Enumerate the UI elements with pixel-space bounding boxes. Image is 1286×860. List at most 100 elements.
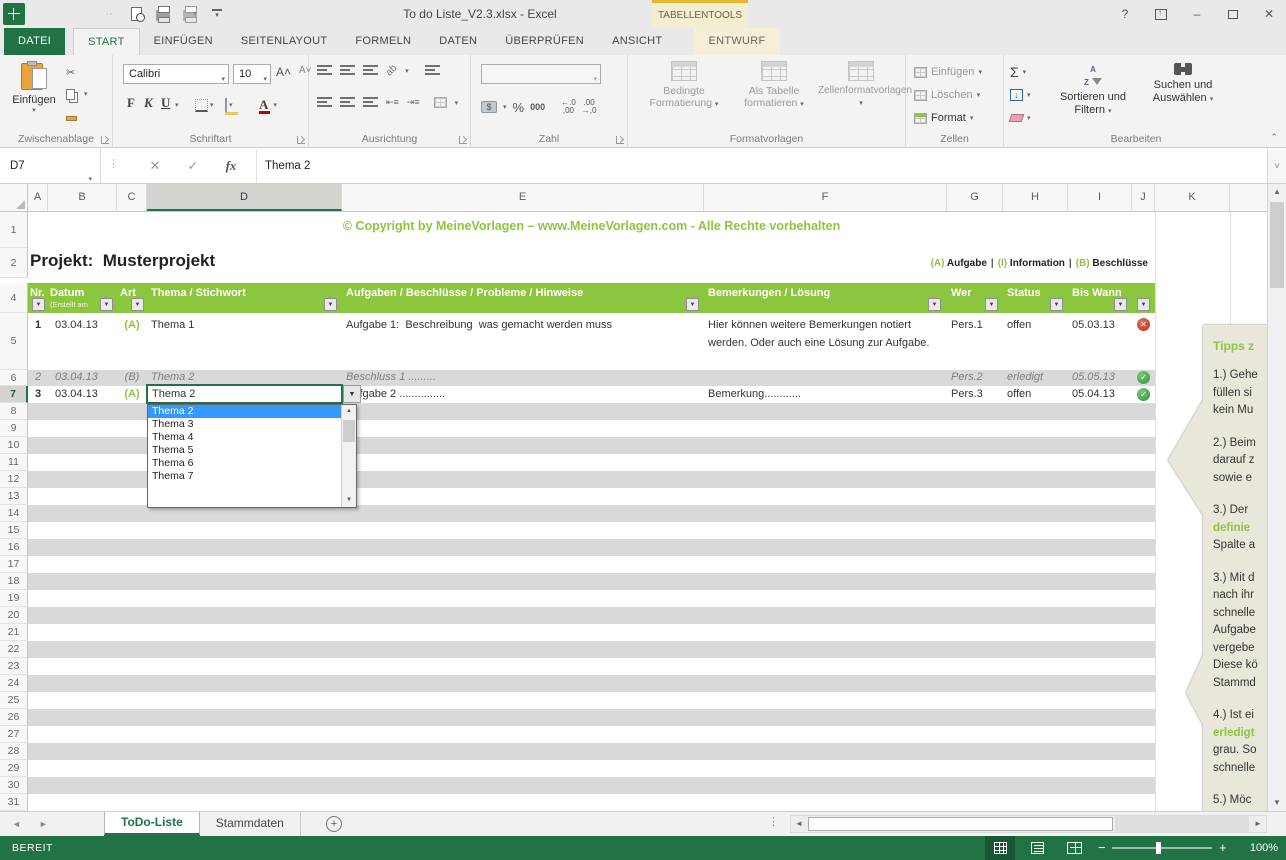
cancel-icon[interactable]: ✕	[140, 149, 170, 183]
copy-button[interactable]: ▾	[66, 85, 106, 103]
new-sheet-icon[interactable]: +	[326, 816, 342, 832]
row-header-9[interactable]: 9	[0, 420, 28, 437]
row-header-2[interactable]: 2	[0, 248, 28, 278]
vertical-scrollbar[interactable]: ▲ ▼	[1267, 184, 1286, 811]
decrease-decimal-icon[interactable]: .00→,0	[582, 99, 597, 115]
row-header-5[interactable]: 5	[0, 313, 28, 370]
wrap-text-icon[interactable]	[425, 65, 440, 76]
ribbon-tab-überprüfen[interactable]: ÜBERPRÜFEN	[491, 28, 598, 55]
in-cell-dropdown-icon[interactable]: ▼	[343, 385, 361, 403]
scrollbar-thumb[interactable]	[1270, 202, 1284, 288]
accounting-format-icon[interactable]: $	[481, 101, 497, 113]
row-header-1[interactable]: 1	[0, 212, 28, 248]
row-header-6[interactable]: 6	[0, 370, 28, 386]
dropdown-item[interactable]: Thema 4	[148, 431, 342, 444]
ribbon-tab-daten[interactable]: DATEN	[425, 28, 491, 55]
scroll-right-icon[interactable]: ►	[1250, 816, 1266, 832]
increase-decimal-icon[interactable]: ←.0,00	[561, 99, 576, 115]
filter-dropdown-icon[interactable]: ▼	[1050, 298, 1063, 311]
dropdown-item[interactable]: Thema 6	[148, 457, 342, 470]
excel-app-icon[interactable]	[3, 3, 25, 25]
number-dialog-launcher-icon[interactable]	[616, 136, 624, 144]
filter-dropdown-icon[interactable]: ▼	[324, 298, 337, 311]
ribbon-tab-seitenlayout[interactable]: SEITENLAYOUT	[227, 28, 342, 55]
clipboard-dialog-launcher-icon[interactable]	[101, 136, 109, 144]
paste-button[interactable]: Einfügen ▾	[8, 61, 60, 131]
row-header-4[interactable]: 4	[0, 283, 28, 313]
scroll-down-icon[interactable]: ▼	[1268, 795, 1286, 811]
filter-dropdown-icon[interactable]: ▼	[131, 298, 144, 311]
dropdown-scrollbar[interactable]: ▲ ▼	[341, 405, 356, 507]
page-break-view-icon[interactable]	[1059, 836, 1089, 860]
row-header-8[interactable]: 8	[0, 403, 28, 420]
row-header-12[interactable]: 12	[0, 471, 28, 488]
align-top-icon[interactable]	[317, 65, 332, 76]
percent-style-icon[interactable]: %	[513, 100, 525, 115]
zoom-level[interactable]: 100%	[1238, 836, 1278, 860]
expand-formula-bar-icon[interactable]: ˅	[1267, 149, 1286, 183]
scroll-down-icon[interactable]: ▼	[342, 494, 356, 507]
enter-icon[interactable]: ✓	[178, 149, 208, 183]
increase-indent-icon[interactable]: ⇥≡	[407, 97, 420, 108]
insert-function-icon[interactable]: fx	[216, 149, 246, 183]
close-icon[interactable]: ✕	[1258, 4, 1280, 24]
print-preview-icon[interactable]	[127, 5, 145, 23]
table-row[interactable]: 1 03.04.13 (A) Thema 1 Aufgabe 1: Beschr…	[0, 313, 1267, 370]
filter-dropdown-icon[interactable]: ▼	[1137, 298, 1150, 311]
zoom-slider[interactable]	[1112, 847, 1212, 849]
format-cells-button[interactable]: Format▾	[914, 109, 973, 127]
font-size-combo[interactable]: 10▾	[233, 64, 271, 84]
number-format-combo[interactable]: ▾	[481, 64, 601, 84]
zoom-out-icon[interactable]: −	[1098, 836, 1106, 860]
format-as-table-button[interactable]: Als Tabelle formatieren ▾	[732, 61, 816, 111]
dropdown-item[interactable]: Thema 7	[148, 470, 342, 483]
row-header-30[interactable]: 30	[0, 777, 28, 794]
page-layout-view-icon[interactable]	[1022, 836, 1052, 860]
horizontal-scrollbar[interactable]: ◄ ►	[790, 815, 1267, 833]
row-header-28[interactable]: 28	[0, 743, 28, 760]
name-box[interactable]: D7▾	[0, 149, 101, 183]
find-select-button[interactable]: Suchen und Auswählen ▾	[1142, 63, 1224, 106]
row-header-21[interactable]: 21	[0, 624, 28, 641]
ribbon-display-options-icon[interactable]	[1150, 4, 1172, 24]
selected-cell-d7[interactable]: Thema 2	[146, 384, 343, 404]
column-header-C[interactable]: C	[117, 184, 147, 211]
sheet-nav-left-icon[interactable]: ◄	[12, 819, 21, 829]
row-header-17[interactable]: 17	[0, 556, 28, 573]
row-header-19[interactable]: 19	[0, 590, 28, 607]
row-header-14[interactable]: 14	[0, 505, 28, 522]
help-icon[interactable]: ?	[1114, 4, 1136, 24]
row-header-18[interactable]: 18	[0, 573, 28, 590]
clear-button[interactable]: ▾	[1010, 109, 1031, 127]
decrease-indent-icon[interactable]: ⇤≡	[386, 97, 399, 108]
scroll-up-icon[interactable]: ▲	[1268, 184, 1286, 200]
font-name-combo[interactable]: Calibri▾	[123, 64, 229, 84]
filter-dropdown-icon[interactable]: ▼	[1114, 298, 1127, 311]
filter-dropdown-icon[interactable]: ▼	[686, 298, 699, 311]
fill-color-button[interactable]: ▾	[225, 95, 233, 115]
row-header-24[interactable]: 24	[0, 675, 28, 692]
orientation-icon[interactable]: ab	[384, 63, 400, 79]
grow-font-icon[interactable]: A˄	[276, 65, 291, 79]
format-painter-button[interactable]	[66, 109, 106, 127]
autosum-button[interactable]: Σ▾	[1010, 63, 1026, 81]
collapse-ribbon-icon[interactable]: ⌃	[1270, 132, 1278, 143]
row-header-31[interactable]: 31	[0, 794, 28, 811]
fill-button[interactable]: ↓▾	[1010, 86, 1031, 104]
print-icon[interactable]	[154, 5, 172, 23]
column-header-H[interactable]: H	[1003, 184, 1068, 211]
row-header-22[interactable]: 22	[0, 641, 28, 658]
align-left-icon[interactable]	[317, 97, 332, 108]
row-header-11[interactable]: 11	[0, 454, 28, 471]
minimize-icon[interactable]: –	[1186, 4, 1208, 24]
ribbon-tab-formeln[interactable]: FORMELN	[341, 28, 425, 55]
customize-qat-icon[interactable]: ▾	[208, 5, 226, 23]
scrollbar-thumb[interactable]	[808, 817, 1113, 831]
row-header-16[interactable]: 16	[0, 539, 28, 556]
row-header-26[interactable]: 26	[0, 709, 28, 726]
dropdown-item[interactable]: Thema 3	[148, 418, 342, 431]
row-header-23[interactable]: 23	[0, 658, 28, 675]
column-header-G[interactable]: G	[947, 184, 1003, 211]
column-header-F[interactable]: F	[704, 184, 947, 211]
align-middle-icon[interactable]	[340, 65, 355, 76]
